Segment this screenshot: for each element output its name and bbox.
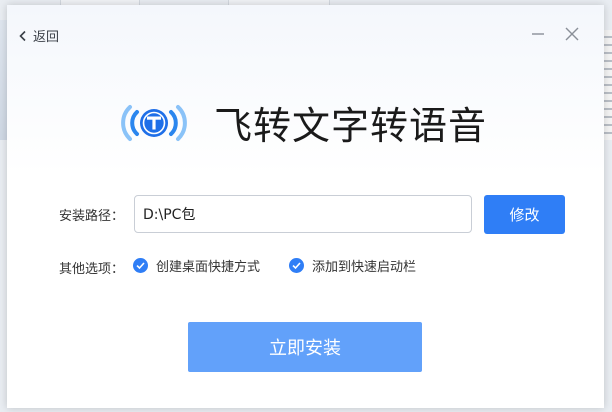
modify-path-button[interactable]: 修改 xyxy=(484,195,565,234)
checkbox-checked-icon[interactable] xyxy=(133,258,148,273)
back-label: 返回 xyxy=(33,30,60,45)
install-now-button[interactable]: 立即安装 xyxy=(188,322,422,372)
brand-header: 飞转文字转语音 xyxy=(116,95,487,150)
minimize-button[interactable] xyxy=(529,25,547,43)
desktop-shortcut-label: 创建桌面快捷方式 xyxy=(156,260,261,275)
broadcast-t-logo-icon xyxy=(121,104,187,141)
checkbox-checked-icon[interactable] xyxy=(289,258,304,273)
back-button[interactable]: 返回 xyxy=(17,26,59,45)
install-path-label: 安装路径： xyxy=(59,209,125,224)
close-icon xyxy=(565,27,579,41)
quick-launch-option[interactable]: 添加到快速启动栏 xyxy=(289,256,416,275)
quick-launch-label: 添加到快速启动栏 xyxy=(312,260,417,275)
other-options-label: 其他选项： xyxy=(59,262,125,277)
chevron-left-icon xyxy=(19,30,26,41)
desktop-background-right xyxy=(604,30,612,140)
app-title: 飞转文字转语音 xyxy=(214,104,488,148)
minimize-icon xyxy=(532,33,544,35)
close-button[interactable] xyxy=(563,25,581,43)
desktop-shortcut-option[interactable]: 创建桌面快捷方式 xyxy=(133,256,260,275)
installer-dialog: 返回 飞转文字转语音 安装路径： 修改 其他选项： xyxy=(7,5,604,408)
install-path-input[interactable] xyxy=(134,195,472,233)
